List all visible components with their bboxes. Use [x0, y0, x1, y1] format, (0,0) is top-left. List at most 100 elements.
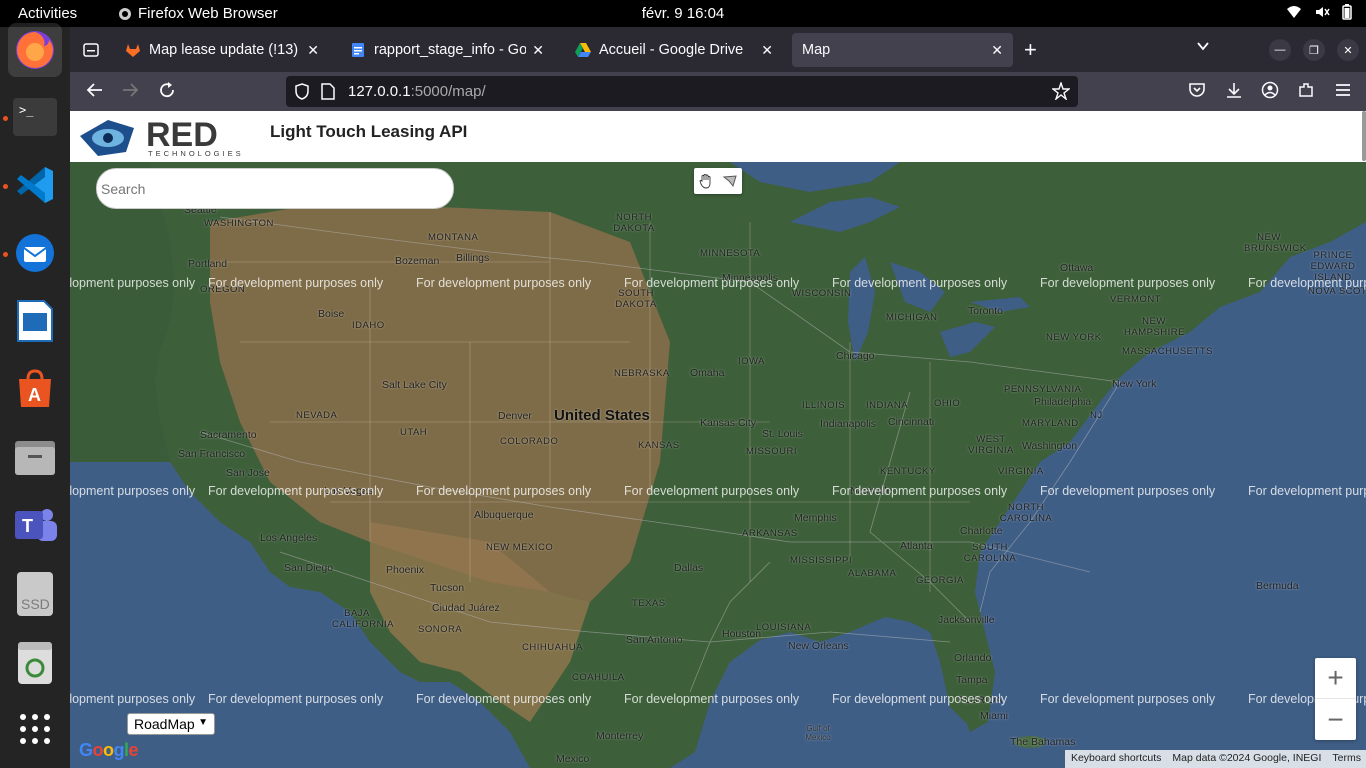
address-bar[interactable]: 127.0.0.1:5000/map/: [286, 76, 1078, 107]
url-host: 127.0.0.1: [348, 83, 411, 100]
clock[interactable]: févr. 9 16:04: [0, 5, 1366, 22]
forward-icon[interactable]: [121, 81, 139, 99]
account-icon[interactable]: [1261, 81, 1279, 99]
browser-nav-bar: 127.0.0.1:5000/map/: [70, 72, 1366, 111]
battery-icon: [1342, 4, 1352, 20]
map-label-state: SOUTH DAKOTA: [615, 288, 657, 310]
map-label-state: SOUTH CAROLINA: [963, 542, 1017, 564]
page-title: Light Touch Leasing API: [270, 122, 468, 141]
map-label-omaha: Omaha: [690, 367, 725, 379]
map-label-atlanta: Atlanta: [900, 540, 933, 552]
hand-icon: [699, 174, 711, 189]
system-tray[interactable]: [1286, 4, 1352, 20]
map-label-state: IOWA: [738, 356, 765, 367]
zoom-in-button[interactable]: +: [1315, 658, 1356, 699]
close-tab-icon[interactable]: ✕: [761, 42, 773, 59]
firefox-icon: [16, 31, 54, 69]
dock-app-center[interactable]: A: [8, 362, 62, 416]
dock-writer[interactable]: [8, 294, 62, 348]
restore-window-icon[interactable]: ❐: [1303, 39, 1325, 61]
map-label-state: MASSACHUSETTS: [1122, 346, 1213, 357]
terms-link[interactable]: Terms: [1326, 750, 1366, 768]
browser-tab-bar: Map lease update (!13) · N ✕ rapport_sta…: [70, 27, 1366, 72]
map-type-select[interactable]: RoadMap ▼: [127, 713, 215, 735]
back-icon[interactable]: [86, 81, 104, 99]
red-technologies-logo[interactable]: RED TECHNOLOGIES: [78, 116, 263, 158]
chevron-down-icon: ▼: [198, 717, 208, 728]
dock-firefox[interactable]: [8, 23, 62, 77]
tab-google-drive[interactable]: Accueil - Google Drive ✕: [565, 33, 783, 67]
map-label-state: NEBRASKA: [614, 368, 670, 379]
map-label-bahamas: The Bahamas: [1010, 736, 1076, 748]
dock-show-apps[interactable]: [8, 702, 62, 756]
map-search-input[interactable]: [96, 168, 454, 209]
map-type-value: RoadMap: [134, 716, 195, 732]
map-label-new-orleans: New Orleans: [788, 640, 849, 652]
dock-terminal[interactable]: >_: [8, 90, 62, 144]
map-label-state: WASHINGTON: [204, 218, 274, 229]
tab-map-lease-update[interactable]: Map lease update (!13) · N ✕: [115, 33, 329, 67]
bookmark-star-icon[interactable]: [1052, 82, 1070, 100]
volume-muted-icon: [1316, 7, 1330, 17]
map-label-state: MICHIGAN: [886, 312, 938, 323]
extensions-icon[interactable]: [1297, 81, 1315, 99]
dev-watermark: For development purposes only: [416, 692, 592, 706]
svg-text:T: T: [22, 516, 33, 536]
map-label-jacksonville: Jacksonville: [938, 614, 995, 626]
dock-vscode[interactable]: [8, 158, 62, 212]
google-logo[interactable]: Google: [79, 740, 139, 761]
minimize-window-icon[interactable]: —: [1269, 39, 1291, 61]
map-label-state: ILLINOIS: [802, 400, 846, 411]
downloads-icon[interactable]: [1225, 81, 1243, 99]
map-label-state: UTAH: [400, 427, 428, 438]
dev-watermark: For development purposes only: [416, 276, 592, 290]
page-scrollbar[interactable]: [1362, 111, 1366, 161]
dock-thunderbird[interactable]: [8, 226, 62, 280]
menu-icon[interactable]: [1334, 81, 1352, 99]
tab-rapport-stage[interactable]: rapport_stage_info - Goo ✕: [340, 33, 554, 67]
page-icon[interactable]: [321, 83, 335, 100]
map-label-country: United States: [554, 407, 650, 424]
map-canvas[interactable]: Seattle Portland Boise Billings Bozeman …: [70, 162, 1366, 768]
close-tab-icon[interactable]: ✕: [991, 42, 1003, 59]
list-all-tabs-icon[interactable]: [1196, 39, 1210, 53]
map-label-philadelphia: Philadelphia: [1034, 396, 1092, 408]
dock-teams[interactable]: T: [8, 498, 62, 552]
close-tab-icon[interactable]: ✕: [307, 42, 319, 59]
new-tab-icon[interactable]: +: [1024, 37, 1037, 63]
map-label-los-angeles: Los Angeles: [260, 532, 318, 544]
shield-icon[interactable]: [294, 83, 310, 100]
map-label-state: MARYLAND: [1022, 418, 1079, 429]
vscode-icon: [17, 167, 53, 203]
map-label-state: SONORA: [418, 624, 463, 635]
dev-watermark: For development purposes only: [832, 692, 1008, 706]
draw-polygon-button[interactable]: [718, 168, 742, 194]
map-label-toronto: Toronto: [968, 305, 1004, 317]
map-label-new-york: New York: [1112, 378, 1157, 390]
map-label-state: VIRGINIA: [998, 466, 1044, 477]
map-label-tampa: Tampa: [956, 674, 988, 686]
dock-files[interactable]: [8, 430, 62, 484]
tab-map[interactable]: Map ✕: [792, 33, 1013, 67]
dev-watermark: For development purposes only: [832, 484, 1008, 498]
map-label-portland: Portland: [188, 258, 228, 270]
close-window-icon[interactable]: ✕: [1337, 39, 1359, 61]
system-top-bar: Activities Firefox Web Browser févr. 9 1…: [0, 0, 1366, 27]
map-attribution-bar: Keyboard shortcuts Map data ©2024 Google…: [1064, 750, 1366, 768]
zoom-out-button[interactable]: −: [1315, 699, 1356, 740]
files-icon: [15, 441, 55, 475]
map-label-state: ALABAMA: [848, 568, 897, 579]
zoom-control: + −: [1315, 658, 1356, 740]
map-label-state: KANSAS: [638, 440, 680, 451]
dock-ssd-drive[interactable]: SSD: [8, 567, 62, 621]
reload-icon[interactable]: [158, 81, 176, 99]
pocket-icon[interactable]: [1188, 81, 1206, 99]
map-label-ottawa: Ottawa: [1060, 262, 1094, 274]
keyboard-shortcuts-link[interactable]: Keyboard shortcuts: [1064, 750, 1166, 768]
close-tab-icon[interactable]: ✕: [532, 42, 544, 59]
teams-icon: T: [15, 509, 57, 541]
pan-hand-button[interactable]: [694, 168, 718, 194]
firefox-view-icon[interactable]: [82, 41, 100, 59]
map-label-albuquerque: Albuquerque: [474, 509, 534, 521]
dock-trash[interactable]: [8, 635, 62, 689]
